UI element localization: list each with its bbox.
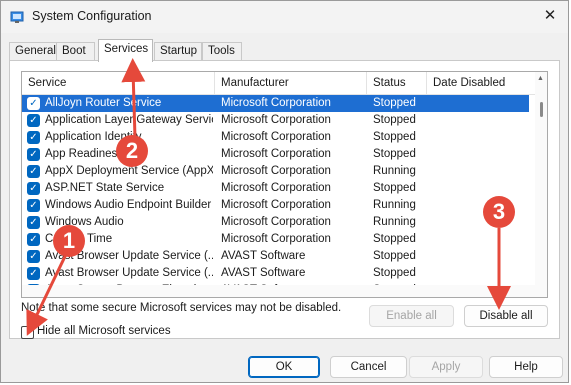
callout-2: 2: [116, 135, 148, 167]
callout-1: 1: [53, 225, 85, 257]
callout-3: 3: [483, 196, 515, 228]
annotation-arrows: [26, 58, 511, 336]
arrow-2: [121, 58, 146, 139]
arrow-1: [26, 245, 72, 336]
